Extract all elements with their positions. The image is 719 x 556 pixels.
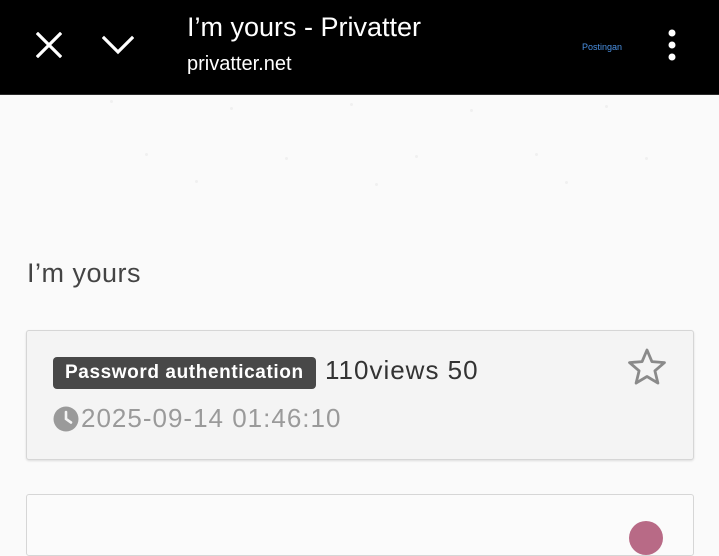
collapse-button[interactable] (98, 26, 138, 64)
page-heading: I’m yours (27, 258, 142, 288)
background-speck (145, 153, 148, 156)
avatar (629, 521, 663, 555)
next-post-card[interactable] (26, 494, 694, 556)
background-speck (195, 180, 198, 183)
post-date-row: 2025-09-14 01:46:10 (53, 403, 341, 434)
background-speck (110, 100, 113, 103)
faint-background-content (105, 95, 665, 195)
page-url: privatter.net (187, 53, 292, 75)
browser-top-bar: I’m yours - Privatter privatter.net Post… (0, 0, 719, 94)
background-speck (285, 157, 288, 160)
star-outline-icon (628, 348, 666, 385)
background-speck (605, 105, 608, 108)
more-menu-button[interactable] (656, 26, 688, 64)
background-speck (230, 107, 233, 110)
background-speck (645, 157, 648, 160)
background-speck (565, 181, 568, 184)
close-button[interactable] (30, 26, 68, 64)
chevron-down-icon (102, 35, 134, 55)
favorite-button[interactable] (627, 347, 667, 387)
password-auth-badge: Password authentication (53, 357, 316, 389)
close-icon (36, 32, 62, 58)
page-title: I’m yours - Privatter (187, 12, 422, 42)
background-speck (415, 155, 418, 158)
post-date: 2025-09-14 01:46:10 (81, 403, 342, 433)
background-speck (535, 153, 538, 156)
post-card[interactable]: Password authentication 110views 50 2025… (26, 330, 694, 460)
clock-icon (53, 406, 79, 431)
background-speck (350, 103, 353, 106)
background-speck (470, 109, 473, 112)
more-vertical-icon (668, 29, 676, 61)
view-count: 110views 50 (325, 355, 479, 385)
extension-label[interactable]: Postingan (582, 42, 622, 52)
background-speck (375, 183, 378, 186)
